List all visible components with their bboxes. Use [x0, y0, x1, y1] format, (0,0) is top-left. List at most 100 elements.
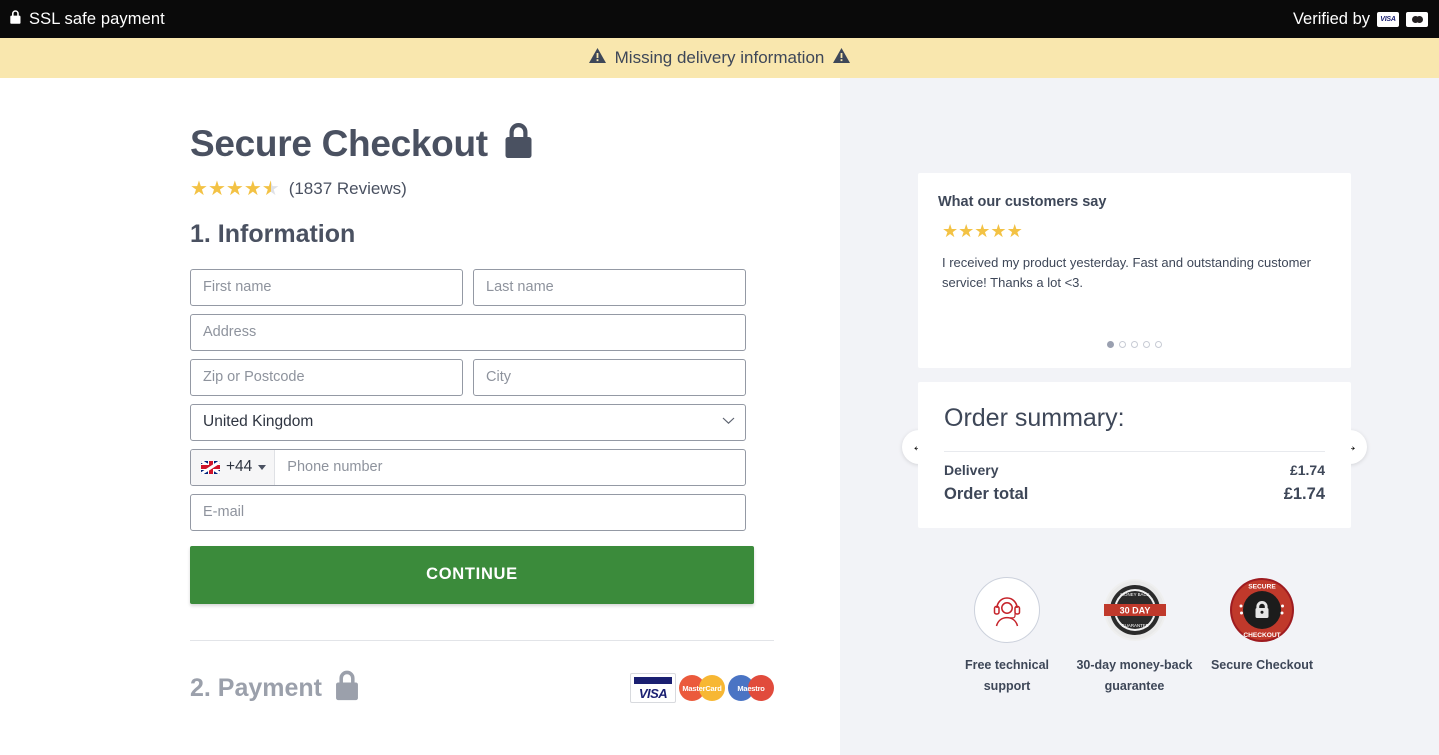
trust-badge-moneyback: 30 DAY MONEY BACK GUARANTEE 30-day money…: [1076, 575, 1194, 696]
phone-placeholder: Phone number: [287, 459, 383, 476]
rating-row: ★ ★ ★ ★ ★ (1837 Reviews): [190, 179, 774, 199]
delivery-label: Delivery: [944, 462, 999, 478]
svg-text:SECURE: SECURE: [1248, 584, 1276, 591]
address-placeholder: Address: [203, 324, 257, 341]
summary-divider: [944, 451, 1325, 452]
information-form: First name Last name Address Zip or Post…: [190, 268, 774, 604]
content-area: Secure Checkout ★ ★ ★ ★ ★ (1837 Reviews)…: [0, 78, 1439, 755]
caret-down-icon: [258, 464, 267, 470]
email-placeholder: E-mail: [203, 504, 245, 521]
section-divider: [190, 639, 774, 641]
visa-verified-icon: VISA: [1377, 11, 1399, 27]
star-icon: ★: [207, 177, 226, 200]
uk-flag-icon: [201, 460, 220, 474]
order-total-value: £1.74: [1283, 485, 1325, 503]
carousel-dots[interactable]: [918, 341, 1351, 348]
trust-badge-secure: SECURE CHECKOUT Secure Checkout: [1203, 575, 1321, 696]
step-2-title-text: 2. Payment: [190, 673, 323, 702]
testimonial-quote: I received my product yesterday. Fast an…: [942, 255, 1311, 291]
page-title: Secure Checkout: [190, 121, 774, 167]
svg-text:CHECKOUT: CHECKOUT: [1243, 632, 1280, 639]
delivery-warning-banner: Missing delivery information: [0, 38, 1439, 78]
first-name-input[interactable]: First name: [190, 268, 463, 306]
mastercard-logo: MasterCard: [679, 673, 725, 704]
maestro-logo: Maestro: [728, 673, 774, 704]
phone-field[interactable]: +44 Phone number: [190, 448, 746, 486]
mastercard-logo-text: MasterCard: [682, 683, 722, 693]
maestro-logo-text: Maestro: [737, 683, 765, 693]
star-half-icon: ★: [261, 177, 280, 200]
lock-icon: [333, 669, 361, 708]
warning-triangle-icon: [588, 48, 606, 68]
last-name-placeholder: Last name: [486, 279, 554, 296]
email-input[interactable]: E-mail: [190, 493, 746, 531]
warning-triangle-icon-right: [833, 48, 851, 68]
country-selected-value: United Kingdom: [203, 413, 314, 431]
phone-number-input[interactable]: Phone number: [275, 459, 745, 475]
carousel-dot-4[interactable]: [1143, 341, 1150, 348]
continue-button[interactable]: CONTINUE: [190, 545, 754, 604]
trust-badge-support: Free technical support: [948, 575, 1066, 696]
star-icon: ★: [225, 177, 244, 200]
star-icon: ★: [958, 221, 975, 241]
ssl-label: SSL safe payment: [29, 9, 165, 28]
trust-badge-secure-label: Secure Checkout: [1210, 658, 1314, 672]
sidebar-column: What our customers say ★ ★ ★ ★ ★ I recei…: [840, 78, 1439, 755]
order-total-label: Order total: [944, 485, 1029, 503]
top-security-bar: SSL safe payment Verified by VISA: [0, 0, 1439, 38]
carousel-dot-3[interactable]: [1131, 341, 1138, 348]
checkout-page: SSL safe payment Verified by VISA Missin…: [0, 0, 1439, 755]
reviews-count: (1837 Reviews): [288, 178, 407, 198]
phone-country-selector[interactable]: +44: [191, 449, 276, 485]
order-summary-card: Order summary: Delivery £1.74 Order tota…: [918, 382, 1351, 528]
verified-by-label: Verified by: [1292, 9, 1370, 28]
visa-logo-text: VISA: [638, 686, 668, 702]
star-icon: ★: [1006, 221, 1023, 241]
star-icon: ★: [974, 221, 991, 241]
city-placeholder: City: [486, 369, 511, 386]
star-icon: ★: [942, 221, 959, 241]
testimonial-card: What our customers say ★ ★ ★ ★ ★ I recei…: [902, 173, 1367, 464]
testimonial-stars: ★ ★ ★ ★ ★: [942, 221, 1351, 241]
summary-row-delivery: Delivery £1.74: [944, 462, 1325, 478]
accepted-card-logos: VISA MasterCard Maestro: [630, 673, 774, 704]
trust-badges: Free technical support 30 DAY MONEY BACK…: [918, 575, 1351, 696]
visa-logo: VISA: [630, 673, 676, 704]
warning-text: Missing delivery information: [614, 48, 825, 67]
carousel-dot-1[interactable]: [1107, 341, 1114, 348]
star-icon: ★: [190, 177, 208, 200]
last-name-input[interactable]: Last name: [473, 268, 746, 306]
star-icon: ★: [990, 221, 1007, 241]
zip-placeholder: Zip or Postcode: [203, 369, 305, 386]
step-2-title: 2. Payment: [190, 669, 361, 708]
checkout-form-column: Secure Checkout ★ ★ ★ ★ ★ (1837 Reviews)…: [0, 78, 840, 755]
carousel-dot-2[interactable]: [1119, 341, 1126, 348]
lock-icon: [502, 121, 535, 167]
star-icon: ★: [243, 177, 262, 200]
mastercard-securecode-icon: [1406, 11, 1428, 27]
testimonial-heading: What our customers say: [938, 194, 1107, 210]
svg-text:GUARANTEE: GUARANTEE: [1121, 623, 1148, 628]
visa-badge-text: VISA: [1380, 15, 1396, 23]
carousel-dot-5[interactable]: [1155, 341, 1162, 348]
country-select[interactable]: United Kingdom: [190, 403, 746, 441]
page-title-text: Secure Checkout: [190, 122, 488, 164]
city-input[interactable]: City: [473, 358, 746, 396]
svg-text:MONEY BACK: MONEY BACK: [1120, 592, 1149, 597]
verified-by-group: Verified by VISA: [1293, 10, 1428, 29]
secure-checkout-seal-icon: SECURE CHECKOUT: [1229, 577, 1295, 643]
first-name-placeholder: First name: [203, 279, 272, 296]
address-input[interactable]: Address: [190, 313, 746, 351]
ssl-indicator: SSL safe payment: [9, 9, 165, 30]
payment-section-header: 2. Payment VISA MasterCard Maestro: [190, 669, 774, 708]
zip-input[interactable]: Zip or Postcode: [190, 358, 463, 396]
trust-badge-support-label: Free technical support: [964, 658, 1050, 693]
lock-icon: [9, 9, 22, 30]
star-rating: ★ ★ ★ ★ ★: [190, 179, 280, 199]
svg-text:30 DAY: 30 DAY: [1119, 606, 1150, 616]
headset-support-icon: [974, 577, 1040, 643]
phone-dial-code: +44: [226, 458, 253, 476]
order-summary-title: Order summary:: [944, 404, 1125, 432]
money-back-30-day-icon: 30 DAY MONEY BACK GUARANTEE: [1102, 577, 1168, 643]
trust-badge-moneyback-label: 30-day money-back guarantee: [1076, 658, 1193, 693]
